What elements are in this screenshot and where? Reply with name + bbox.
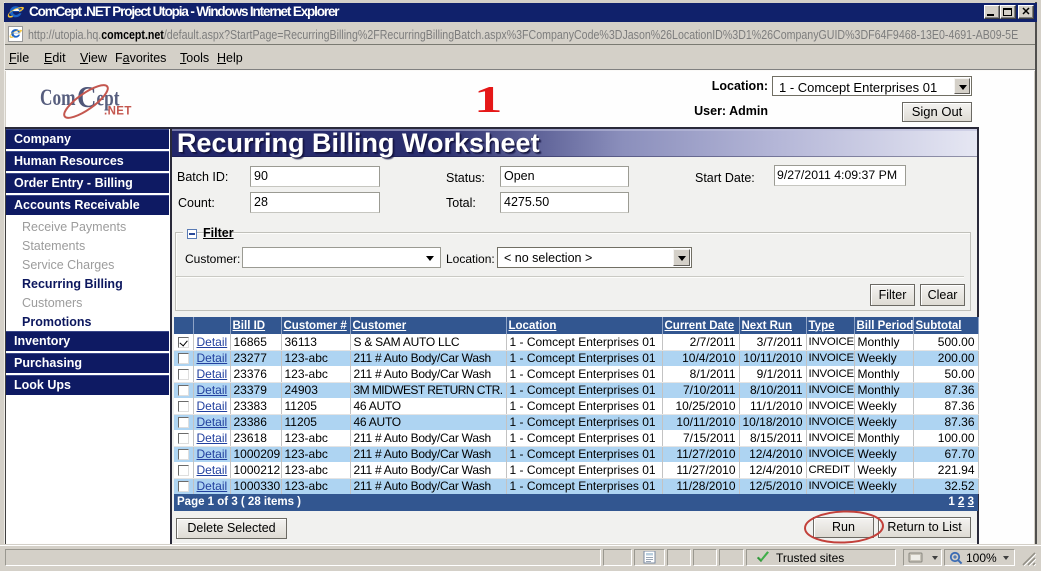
svg-text:.NET: .NET	[104, 106, 132, 118]
svg-text:Com: Com	[40, 85, 76, 110]
